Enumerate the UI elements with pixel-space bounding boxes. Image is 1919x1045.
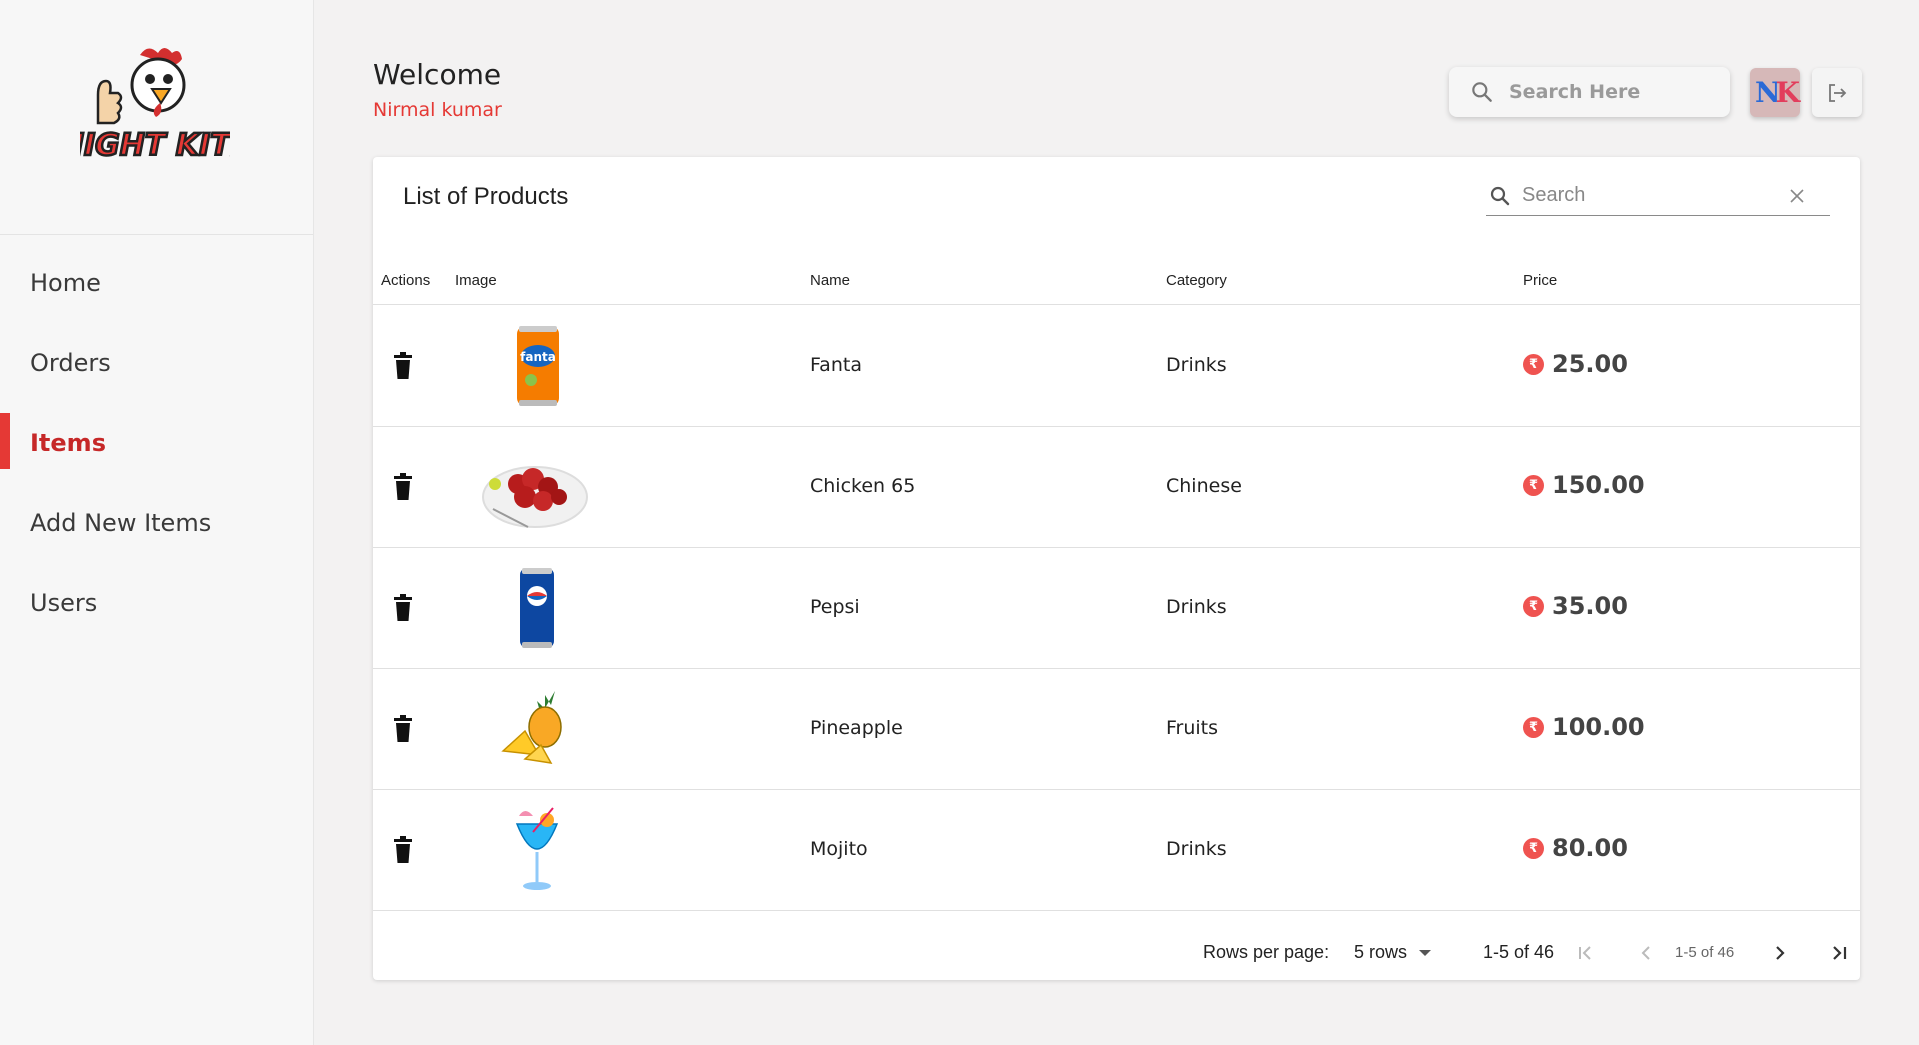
- table-row: fanta Fanta Drinks ₹ 25.00: [373, 306, 1860, 427]
- night-kite-logo: NIGHT KITE: [80, 48, 230, 164]
- prev-page-icon[interactable]: [1633, 940, 1659, 966]
- search-icon: [1472, 82, 1492, 102]
- fanta-can-image: fanta: [517, 326, 559, 406]
- avatar-initial-second: K: [1775, 76, 1800, 109]
- rupee-icon: ₹: [1523, 595, 1544, 617]
- logout-button[interactable]: [1812, 68, 1862, 117]
- chicken-plate-image: [482, 466, 588, 528]
- header-search-input[interactable]: [1509, 81, 1719, 103]
- price-value: 150.00: [1552, 471, 1645, 499]
- product-category: Drinks: [1166, 596, 1227, 618]
- svg-text:fanta: fanta: [520, 350, 556, 364]
- card-title: List of Products: [403, 183, 569, 210]
- column-header-image[interactable]: Image: [455, 272, 497, 289]
- product-category: Chinese: [1166, 475, 1242, 497]
- price-value: 25.00: [1552, 350, 1628, 378]
- close-icon[interactable]: [1787, 186, 1807, 206]
- sidebar-item-orders[interactable]: Orders: [0, 323, 313, 403]
- column-header-actions[interactable]: Actions: [381, 272, 430, 289]
- table-row: Pineapple Fruits ₹ 100.00: [373, 669, 1860, 790]
- product-price: ₹ 150.00: [1523, 471, 1645, 499]
- welcome-heading: Welcome: [373, 58, 502, 91]
- sidebar-item-add-new-items[interactable]: Add New Items: [0, 483, 313, 563]
- table-row: Mojito Drinks ₹ 80.00: [373, 790, 1860, 911]
- rupee-icon: ₹: [1523, 474, 1544, 496]
- pineapple-image: [501, 691, 562, 764]
- sidebar-item-home[interactable]: Home: [0, 243, 313, 323]
- rupee-icon: ₹: [1523, 353, 1544, 375]
- user-name: Nirmal kumar: [373, 99, 502, 121]
- column-header-name[interactable]: Name: [810, 272, 850, 289]
- logout-icon: [1829, 83, 1847, 102]
- price-value: 100.00: [1552, 713, 1645, 741]
- search-icon: [1490, 186, 1510, 205]
- next-page-icon[interactable]: [1767, 940, 1793, 966]
- product-price: ₹ 25.00: [1523, 350, 1628, 378]
- header-search[interactable]: [1449, 67, 1730, 117]
- table-search-input[interactable]: [1522, 184, 1787, 207]
- sidebar-item-users[interactable]: Users: [0, 563, 313, 643]
- products-card: List of Products Actions Image Name Cate…: [373, 157, 1860, 980]
- product-name: Mojito: [810, 838, 868, 860]
- table-search[interactable]: [1486, 176, 1830, 216]
- pagination-range-small: 1-5 of 46: [1675, 944, 1735, 961]
- pagination-range: 1-5 of 46: [1483, 942, 1555, 962]
- product-name: Pepsi: [810, 596, 860, 618]
- column-header-category[interactable]: Category: [1166, 272, 1227, 289]
- rupee-icon: ₹: [1523, 716, 1544, 738]
- last-page-icon[interactable]: [1826, 940, 1852, 966]
- product-category: Drinks: [1166, 838, 1227, 860]
- product-price: ₹ 100.00: [1523, 713, 1645, 741]
- table-row: Chicken 65 Chinese ₹ 150.00: [373, 427, 1860, 548]
- product-name: Pineapple: [810, 717, 903, 739]
- avatar-initial-first: N: [1755, 76, 1780, 109]
- avatar[interactable]: NK: [1750, 68, 1800, 117]
- price-value: 35.00: [1552, 592, 1628, 620]
- product-name: Fanta: [810, 354, 862, 376]
- rows-per-page-label: Rows per page:: [1203, 942, 1330, 962]
- product-category: Fruits: [1166, 717, 1219, 739]
- sidebar-item-items[interactable]: Items: [0, 403, 313, 483]
- rows-per-page-select[interactable]: 5 rows: [1354, 942, 1432, 963]
- mojito-glass-image: [515, 807, 559, 890]
- delete-icon[interactable]: [391, 594, 415, 622]
- rows-per-page-value: 5 rows: [1354, 942, 1408, 962]
- delete-icon[interactable]: [391, 352, 415, 380]
- product-price: ₹ 80.00: [1523, 834, 1628, 862]
- sidebar-nav: Home Orders Items Add New Items Users: [0, 243, 313, 643]
- delete-icon[interactable]: [391, 473, 415, 501]
- pagination: Rows per page: 5 rows 1-5 of 46 1-5 of 4…: [373, 927, 1860, 980]
- column-header-price[interactable]: Price: [1523, 272, 1557, 289]
- logo-area: NIGHT KITE: [0, 0, 313, 235]
- caret-down-icon: [1419, 949, 1432, 956]
- delete-icon[interactable]: [391, 715, 415, 743]
- first-page-icon[interactable]: [1573, 940, 1599, 966]
- product-name: Chicken 65: [810, 475, 916, 497]
- table-row: Pepsi Drinks ₹ 35.00: [373, 548, 1860, 669]
- svg-text:NIGHT KITE: NIGHT KITE: [80, 128, 230, 163]
- sidebar: NIGHT KITE Home Orders Items Add New Ite…: [0, 0, 314, 1045]
- product-category: Drinks: [1166, 354, 1227, 376]
- pepsi-can-image: [520, 568, 554, 648]
- price-value: 80.00: [1552, 834, 1628, 862]
- product-price: ₹ 35.00: [1523, 592, 1628, 620]
- delete-icon[interactable]: [391, 836, 415, 864]
- table-header: Actions Image Name Category Price: [373, 252, 1860, 305]
- rupee-icon: ₹: [1523, 837, 1544, 859]
